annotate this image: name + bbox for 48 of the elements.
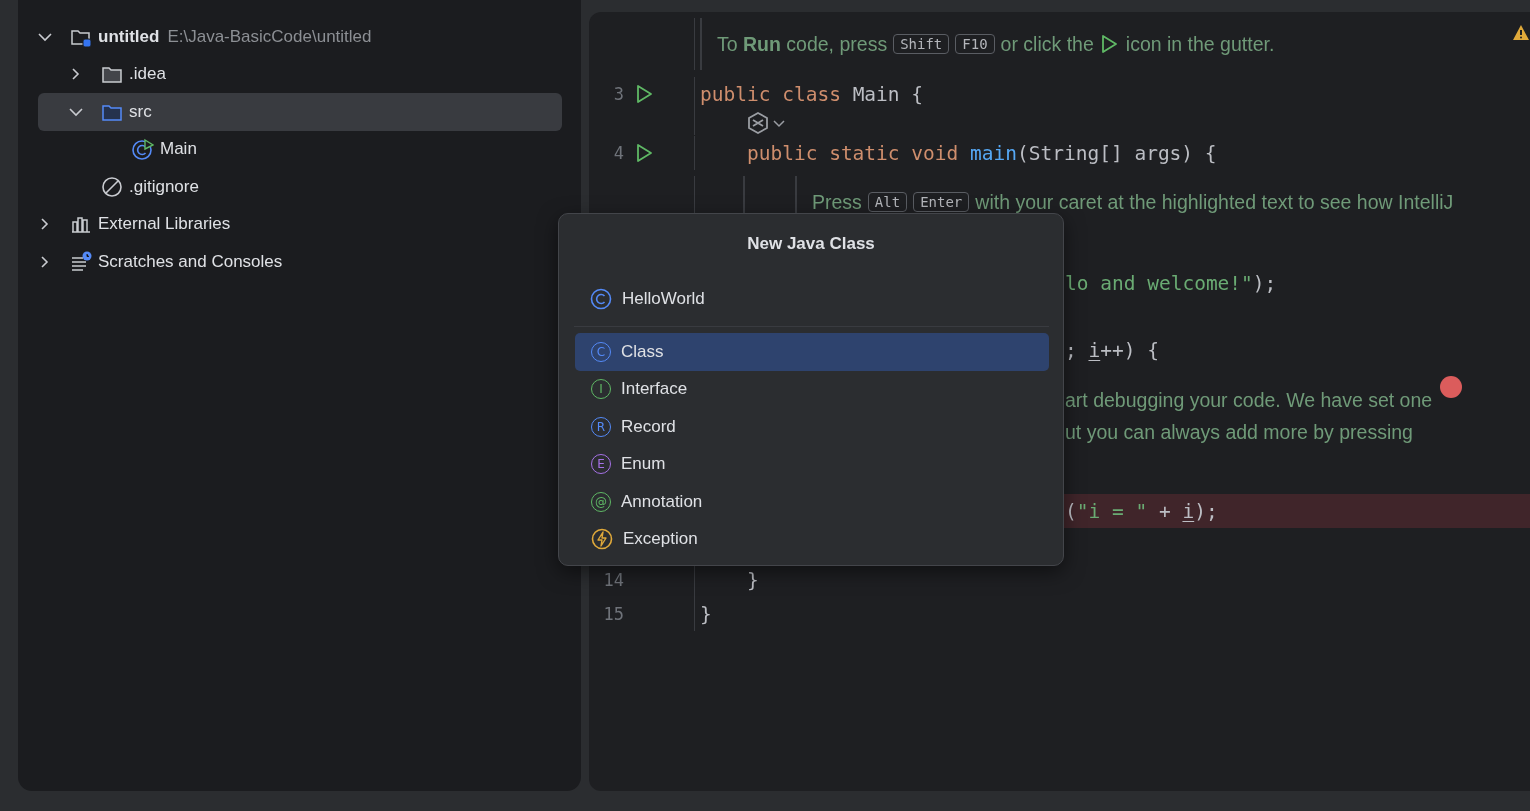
run-icon[interactable]	[635, 84, 655, 104]
tree-item[interactable]: untitled E:\Java-BasicCode\untitled	[38, 18, 562, 56]
scratches-icon	[70, 250, 92, 273]
tree-item[interactable]: Scratches and Consoles	[38, 243, 562, 281]
hint-text: icon in the gutter.	[1125, 32, 1275, 56]
code-line: }	[700, 602, 712, 626]
hint-text: art debugging your code. We have set one	[1065, 388, 1433, 412]
list-item[interactable]: E Enum	[575, 445, 1049, 483]
chevron-icon	[773, 118, 785, 128]
class-icon	[590, 288, 612, 310]
key-badge: Alt	[867, 192, 908, 212]
line-number: 3	[612, 84, 624, 104]
list-item[interactable]: @ Annotation	[575, 483, 1049, 521]
project-path: E:\Java-BasicCode\untitled	[167, 26, 372, 47]
hint-text: Press	[812, 190, 862, 214]
hint-text: or click the	[1000, 32, 1094, 56]
line-number: 15	[602, 604, 624, 624]
code-line: ; i++) {	[1065, 338, 1159, 362]
dialog-title: New Java Class	[747, 234, 875, 255]
hint-text: To Run code, press	[717, 32, 888, 56]
hint-text: ut you can always add more by pressing	[1065, 420, 1413, 444]
breakpoint-icon	[1440, 376, 1463, 398]
ai-assistant-icon	[747, 112, 769, 134]
tree-item[interactable]: src	[38, 93, 562, 131]
code-line: public static void main(String[] args) {	[745, 141, 1217, 165]
key-badge: Shift	[893, 34, 950, 54]
run-icon[interactable]	[635, 143, 655, 163]
code-line: public class Main {	[700, 82, 924, 106]
tree-item[interactable]: External Libraries	[38, 205, 562, 243]
tree-item[interactable]: Main	[38, 130, 562, 168]
list-item[interactable]: I Interface	[575, 370, 1049, 408]
line-number: 14	[602, 570, 624, 590]
code-line: lo and welcome!");	[1065, 271, 1277, 295]
line-number: 4	[612, 143, 624, 163]
key-badge: F10	[955, 34, 995, 54]
tree-item[interactable]: .gitignore	[38, 168, 562, 206]
list-item[interactable]: C Class	[575, 333, 1049, 371]
run-icon	[1099, 34, 1120, 54]
class-name-field[interactable]: HelloWorld	[622, 287, 1022, 311]
code-line: }	[745, 568, 759, 592]
hint-text: with your caret at the highlighted text to see how IntelliJ	[975, 190, 1454, 214]
class-icon	[132, 138, 154, 161]
list-item[interactable]: Exception	[575, 520, 1049, 558]
ignored-file-icon	[101, 175, 123, 198]
key-badge: Enter	[913, 192, 970, 212]
tree-item[interactable]: .idea	[38, 55, 562, 93]
code-line: ("i = " + i);	[1065, 499, 1218, 523]
list-item[interactable]: R Record	[575, 408, 1049, 446]
